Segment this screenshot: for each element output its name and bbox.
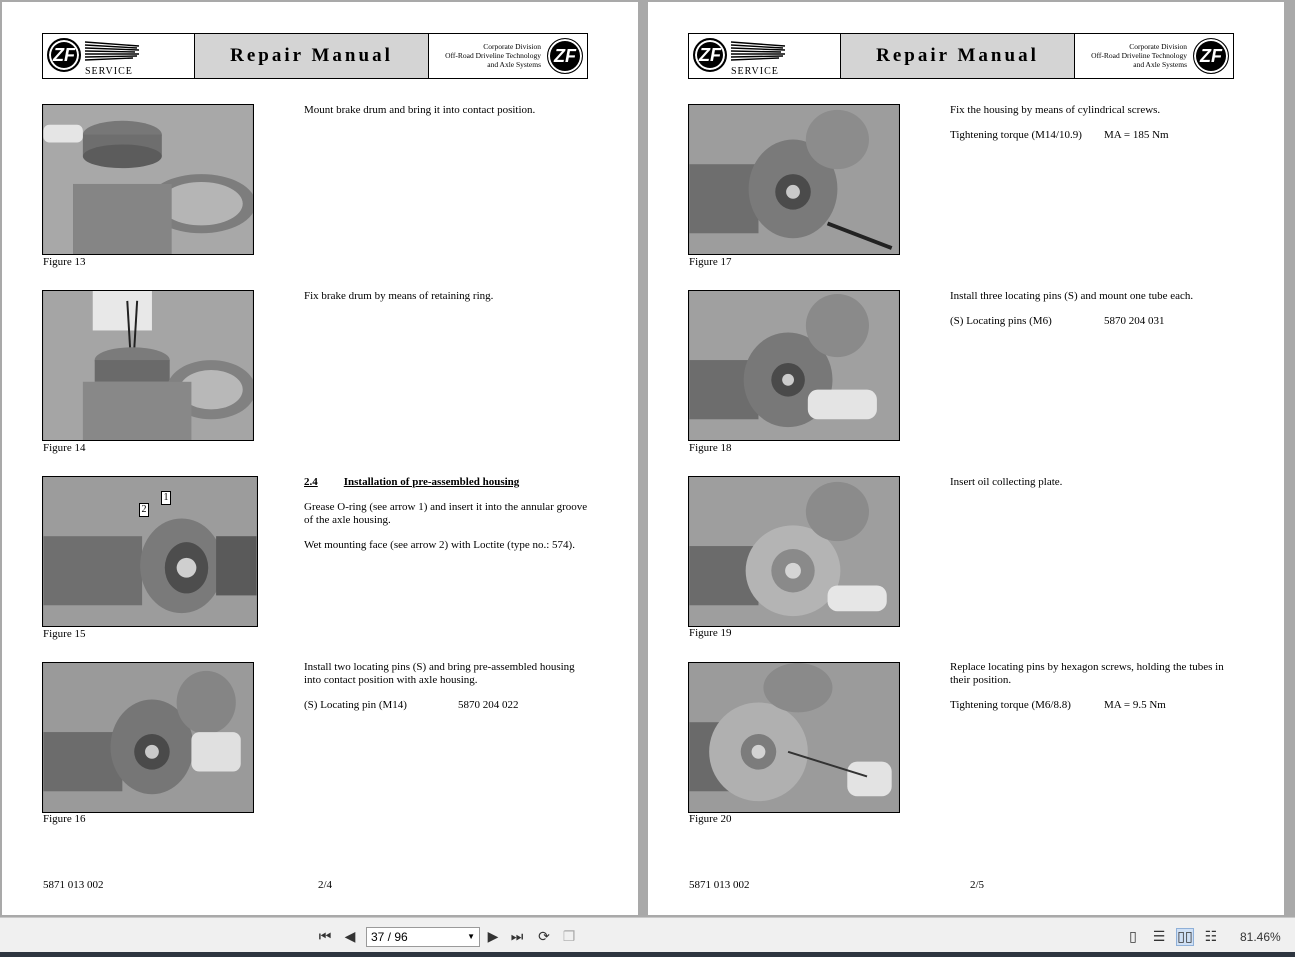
corp-line-1: Corporate Division — [1129, 42, 1187, 51]
figure-20-text: Replace locating pins by hexagon screws,… — [950, 661, 1240, 712]
figure-13-image — [42, 104, 254, 255]
figure-15-text: 2.4 Installation of pre-assembled housing… — [304, 476, 594, 564]
figure-20-image — [688, 662, 900, 813]
instruction-text: Fix brake drum by means of retaining rin… — [304, 290, 494, 302]
figure-14-caption: Figure 14 — [43, 442, 86, 454]
zf-logo-icon: ZF — [47, 38, 81, 72]
page-header: ZF SERVICE Repair Manual Corporate Divis… — [688, 33, 1234, 79]
speed-lines-icon — [84, 41, 140, 61]
page-number: 2/4 — [318, 879, 333, 891]
instruction-text: Insert oil collecting plate. — [950, 476, 1063, 488]
zf-service-logo: ZF SERVICE — [689, 34, 841, 78]
callout-2: 2 — [139, 503, 149, 517]
document-number: 5871 013 002 — [43, 879, 104, 891]
figure-18-text: Install three locating pins (S) and moun… — [950, 290, 1250, 328]
page-number: 2/5 — [970, 879, 985, 891]
corp-line-2: Off-Road Driveline Technology — [445, 51, 541, 60]
figure-18-caption: Figure 18 — [689, 442, 732, 454]
service-label: SERVICE — [85, 66, 133, 77]
figure-14-text: Fix brake drum by means of retaining rin… — [304, 290, 604, 315]
figure-17-caption: Figure 17 — [689, 256, 732, 268]
manual-title: Repair Manual — [841, 34, 1075, 78]
speed-lines-icon — [730, 41, 786, 61]
page-selector[interactable]: 37 / 96 ▼ — [366, 927, 480, 947]
prev-page-icon[interactable]: ◀ — [341, 928, 359, 946]
corp-line-3: and Axle Systems — [1133, 60, 1187, 69]
figure-13-text: Mount brake drum and bring it into conta… — [304, 104, 604, 129]
single-page-icon[interactable]: ▯ — [1124, 928, 1142, 946]
copy-icon[interactable]: ❐ — [560, 928, 578, 946]
first-page-icon[interactable]: ⏮ — [316, 928, 334, 946]
instruction-text: Mount brake drum and bring it into conta… — [304, 104, 536, 116]
two-page-icon[interactable]: ▯▯ — [1176, 928, 1194, 946]
zf-service-logo: ZF SERVICE — [43, 34, 195, 78]
instruction-text: Wet mounting face (see arrow 2) with Loc… — [304, 539, 575, 551]
figure-14-image — [42, 290, 254, 441]
figure-16-text: Install two locating pins (S) and bring … — [304, 661, 594, 712]
service-label: SERVICE — [731, 66, 779, 77]
next-page-icon[interactable]: ▶ — [484, 928, 502, 946]
instruction-text: Grease O-ring (see arrow 1) and insert i… — [304, 501, 588, 526]
last-page-icon[interactable]: ⏭ — [508, 928, 526, 946]
figure-17-image — [688, 104, 900, 255]
two-page-continuous-icon[interactable]: ☷ — [1202, 928, 1220, 946]
spec-row: Tightening torque (M6/8.8) MA = 9.5 Nm — [950, 699, 1166, 711]
corp-line-3: and Axle Systems — [487, 60, 541, 69]
figure-15-caption: Figure 15 — [43, 628, 86, 640]
continuous-icon[interactable]: ☰ — [1150, 928, 1168, 946]
corporate-block: Corporate Division Off-Road Driveline Te… — [429, 34, 587, 78]
figure-13-caption: Figure 13 — [43, 256, 86, 268]
document-number: 5871 013 002 — [689, 879, 750, 891]
figure-16-caption: Figure 16 — [43, 813, 86, 825]
page-right: ZF SERVICE Repair Manual Corporate Divis… — [648, 2, 1284, 915]
corporate-block: Corporate Division Off-Road Driveline Te… — [1075, 34, 1233, 78]
zf-logo-icon: ZF — [693, 38, 727, 72]
callout-1: 1 — [161, 491, 171, 505]
instruction-text: Install three locating pins (S) and moun… — [950, 290, 1194, 302]
figure-20-caption: Figure 20 — [689, 813, 732, 825]
instruction-text: Fix the housing by means of cylindrical … — [950, 104, 1161, 116]
figure-15-image: 2 1 — [42, 476, 258, 627]
zf-logo-icon: ZF — [1193, 38, 1229, 74]
figure-16-image — [42, 662, 254, 813]
figure-18-image — [688, 290, 900, 441]
spec-row: (S) Locating pins (M6) 5870 204 031 — [950, 315, 1165, 327]
page-header: ZF SERVICE Repair Manual Corporate Divis… — [42, 33, 588, 79]
manual-title: Repair Manual — [195, 34, 429, 78]
corp-line-1: Corporate Division — [483, 42, 541, 51]
figure-19-text: Insert oil collecting plate. — [950, 476, 1250, 501]
instruction-text: Replace locating pins by hexagon screws,… — [950, 661, 1224, 686]
viewer-toolbar: ⏮ ◀ 37 / 96 ▼ ▶ ⏭ ⟳ ❐ ▯ ☰ ▯▯ ☷ 81.46% — [0, 917, 1295, 957]
figure-19-caption: Figure 19 — [689, 627, 732, 639]
zf-logo-icon: ZF — [547, 38, 583, 74]
chevron-down-icon[interactable]: ▼ — [467, 928, 475, 946]
taskbar-strip — [0, 952, 1295, 957]
instruction-text: Install two locating pins (S) and bring … — [304, 661, 575, 686]
page-left: ZF SERVICE Repair Manual Corporate Divis… — [2, 2, 638, 915]
zoom-level[interactable]: 81.46% — [1240, 930, 1281, 944]
corp-line-2: Off-Road Driveline Technology — [1091, 51, 1187, 60]
figure-19-image — [688, 476, 900, 627]
rotate-icon[interactable]: ⟳ — [535, 928, 553, 946]
spec-row: Tightening torque (M14/10.9) MA = 185 Nm — [950, 129, 1169, 141]
section-heading: 2.4 Installation of pre-assembled housing — [304, 476, 520, 488]
document-viewport[interactable]: ZF SERVICE Repair Manual Corporate Divis… — [0, 0, 1295, 917]
figure-17-text: Fix the housing by means of cylindrical … — [950, 104, 1250, 142]
spec-row: (S) Locating pin (M14) 5870 204 022 — [304, 699, 519, 711]
